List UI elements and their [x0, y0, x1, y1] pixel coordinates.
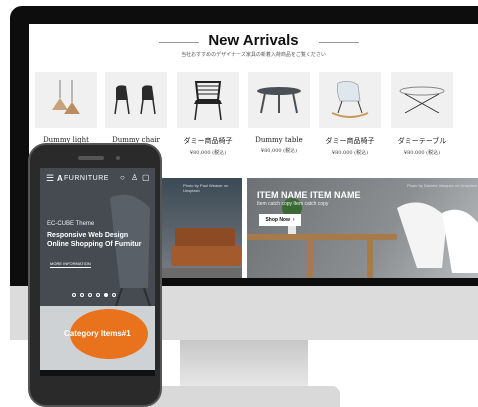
chair-pair-icon — [114, 85, 156, 115]
carousel-dots — [72, 293, 116, 297]
sofa-image — [161, 228, 242, 278]
chevron-right-icon: › — [292, 217, 295, 223]
carousel-dot-active[interactable] — [104, 293, 108, 297]
product-price: ¥80,000 (税込) — [260, 148, 298, 154]
hero-heading-line2: Online Shopping Of Furnitur — [47, 241, 142, 248]
product-image[interactable] — [319, 72, 381, 128]
banner-copy: Item catch copy Item catch copy — [257, 201, 329, 207]
product-card[interactable]: ダミー商品椅子 ¥80,000 (税込) — [177, 72, 239, 156]
product-name[interactable]: ダミー商品椅子 — [319, 136, 381, 146]
carousel-dot[interactable] — [80, 293, 84, 297]
carousel-dot[interactable] — [88, 293, 92, 297]
glass-table-icon — [399, 86, 445, 114]
product-card[interactable]: Dummy table ¥80,000 (税込) — [248, 72, 310, 154]
cart-icon[interactable]: ▢ — [142, 173, 150, 182]
title-divider-left — [159, 42, 199, 43]
logo-icon: A — [57, 174, 63, 183]
product-name[interactable]: Dummy table — [248, 136, 310, 144]
wire-chair-icon — [194, 81, 222, 121]
pendant-lamp-icon — [52, 80, 80, 114]
hero-theme-label: EC-CUBE Theme — [47, 221, 95, 227]
shop-now-button[interactable]: Shop Now › — [259, 214, 301, 226]
product-image[interactable] — [177, 72, 239, 128]
product-name[interactable]: ダミーテーブル — [391, 136, 453, 146]
phone-footer-bar — [40, 370, 155, 376]
product-price: ¥80,000 (税込) — [403, 150, 441, 156]
logo-text[interactable]: FURNITURE — [64, 175, 109, 182]
product-price: ¥80,000 (税込) — [189, 150, 227, 156]
monitor-stand — [180, 340, 308, 388]
product-image[interactable] — [248, 72, 310, 128]
phone-camera — [116, 156, 120, 160]
product-image[interactable] — [105, 72, 167, 128]
hamburger-menu-icon[interactable]: ☰ — [46, 173, 54, 184]
carousel-dot[interactable] — [112, 293, 116, 297]
banner-title: ITEM NAME ITEM NAME — [257, 190, 361, 200]
product-card[interactable]: ダミー商品椅子 ¥80,000 (税込) — [319, 72, 381, 156]
banner-sofa[interactable]: Photo by Paul Weaver on Unsplash — [161, 178, 242, 278]
product-card[interactable]: ダミーテーブル ¥80,000 (税込) — [391, 72, 453, 156]
phone-screen: ☰ A FURNITURE ○ ♙ ▢ EC-CUBE Theme Respon… — [40, 168, 155, 376]
more-information-link[interactable]: MORE INFORMATION — [50, 261, 91, 268]
phone-speaker — [78, 156, 104, 160]
photo-credit: Photo by Paul Weaver on Unsplash — [183, 183, 229, 193]
carousel-dot[interactable] — [72, 293, 76, 297]
round-table-icon — [257, 87, 301, 114]
search-icon[interactable]: ○ — [120, 173, 125, 182]
product-price: ¥80,000 (税込) — [331, 150, 369, 156]
section-subtitle: 当社おすすめのデザイナーズ家具の新着入荷商品をご覧ください — [181, 52, 326, 58]
category-label[interactable]: Category Items#1 — [64, 329, 131, 338]
section-title: New Arrivals — [208, 32, 299, 49]
banner-dining[interactable]: Photo by Daniela Vasquez on Unsplash ITE… — [247, 178, 478, 278]
title-divider-right — [319, 42, 359, 43]
product-image[interactable] — [35, 72, 97, 128]
monitor-stand-base — [150, 386, 340, 407]
product-card[interactable]: Dummy light — [35, 72, 97, 147]
product-name[interactable]: ダミー商品椅子 — [177, 136, 239, 146]
carousel-dot[interactable] — [96, 293, 100, 297]
product-card[interactable]: Dummy chair — [105, 72, 167, 147]
hero-heading-line1: Responsive Web Design — [47, 232, 129, 239]
rocking-chair-icon — [331, 81, 369, 118]
phone-header: ☰ A FURNITURE ○ ♙ ▢ — [40, 173, 155, 187]
product-image[interactable] — [391, 72, 453, 128]
user-icon[interactable]: ♙ — [131, 173, 138, 182]
shop-now-label: Shop Now — [265, 217, 290, 223]
